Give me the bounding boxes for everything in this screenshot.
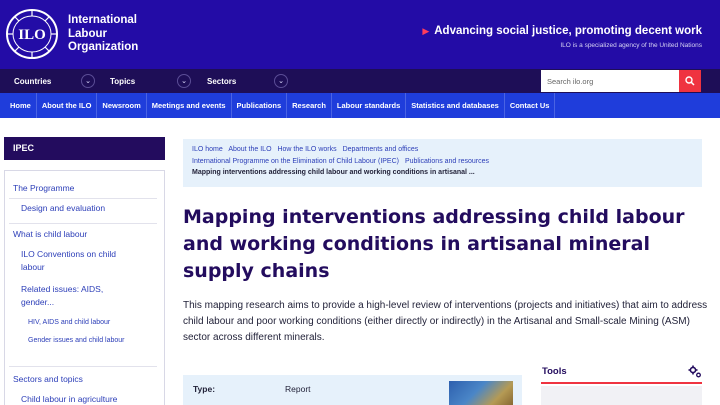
publication-cover-image[interactable] xyxy=(449,381,513,405)
sidebar-divider xyxy=(9,366,157,367)
page-title: Mapping interventions addressing child l… xyxy=(183,206,685,282)
tagline[interactable]: ▶ Advancing social justice, promoting de… xyxy=(422,25,702,37)
tools-heading: Tools xyxy=(542,366,567,377)
tools-panel xyxy=(541,386,702,405)
search-input[interactable] xyxy=(541,70,679,92)
breadcrumb: ILO home About the ILO How the ILO works… xyxy=(183,139,702,187)
sidebar-heading[interactable]: IPEC xyxy=(4,137,165,160)
sidebar-item-related-issues[interactable]: Related issues: AIDS, gender... xyxy=(21,283,121,309)
breadcrumb-link[interactable]: Departments and offices xyxy=(343,146,419,153)
chevron-down-icon: ⌄ xyxy=(274,74,288,88)
breadcrumb-link[interactable]: About the ILO xyxy=(228,146,271,153)
search-button[interactable] xyxy=(679,70,701,92)
type-value: Report xyxy=(285,384,311,394)
dropdown-topics-toggle[interactable]: ⌄ xyxy=(177,69,191,93)
sidebar-item-programme[interactable]: The Programme xyxy=(13,182,133,195)
header-banner: ILO International Labour Organization ▶ … xyxy=(0,0,720,69)
logo-text: ILO xyxy=(18,27,46,43)
dropdown-countries-toggle[interactable]: ⌄ xyxy=(81,69,95,93)
nav-contact[interactable]: Contact Us xyxy=(505,93,556,118)
nav-research[interactable]: Research xyxy=(287,93,332,118)
organization-name[interactable]: International Labour Organization xyxy=(68,14,138,55)
sidebar-item-gender-issues[interactable]: Gender issues and child labour xyxy=(28,335,134,347)
chevron-down-icon: ⌄ xyxy=(177,74,191,88)
sidebar-divider xyxy=(9,223,157,224)
org-name-line: Organization xyxy=(68,41,139,53)
dropdown-label: Countries xyxy=(14,76,52,86)
gear-icon[interactable] xyxy=(688,365,702,379)
dropdown-label: Topics xyxy=(110,76,136,86)
sidebar-item-sectors-topics[interactable]: Sectors and topics xyxy=(13,373,133,386)
tools-divider xyxy=(541,382,702,384)
nav-meetings-events[interactable]: Meetings and events xyxy=(147,93,232,118)
nav-about[interactable]: About the ILO xyxy=(37,93,98,118)
org-name-line: Labour xyxy=(68,27,107,40)
breadcrumb-link[interactable]: ILO home xyxy=(192,146,223,153)
tagline-text: Advancing social justice, promoting dece… xyxy=(434,25,702,37)
chevron-down-icon: ⌄ xyxy=(81,74,95,88)
dropdown-sectors[interactable]: Sectors xyxy=(207,69,236,93)
nav-statistics[interactable]: Statistics and databases xyxy=(406,93,505,118)
org-name-line: International xyxy=(68,14,138,26)
arrow-right-icon: ▶ xyxy=(422,25,430,36)
dropdown-label: Sectors xyxy=(207,76,237,86)
sidebar-item-conventions[interactable]: ILO Conventions on child labour xyxy=(21,248,139,274)
breadcrumb-link[interactable]: Publications and resources xyxy=(405,158,489,165)
breadcrumb-link[interactable]: How the ILO works xyxy=(277,146,336,153)
breadcrumb-link[interactable]: International Programme on the Eliminati… xyxy=(192,158,399,165)
sidebar-item-hiv-aids[interactable]: HIV, AIDS and child labour xyxy=(28,317,148,329)
ilo-logo[interactable]: ILO xyxy=(5,8,59,60)
dropdown-sectors-toggle[interactable]: ⌄ xyxy=(274,69,288,93)
breadcrumb-row: ILO home About the ILO How the ILO works… xyxy=(192,144,693,156)
search-icon xyxy=(685,76,695,86)
dropdown-topics[interactable]: Topics xyxy=(110,69,135,93)
sidebar-item-agriculture[interactable]: Child labour in agriculture xyxy=(21,393,141,405)
sidebar-divider xyxy=(9,198,157,199)
nav-labour-standards[interactable]: Labour standards xyxy=(332,93,407,118)
nav-publications[interactable]: Publications xyxy=(232,93,288,118)
sidebar-item-what-is-child-labour[interactable]: What is child labour xyxy=(13,228,133,241)
dropdown-countries[interactable]: Countries xyxy=(14,69,51,93)
article-summary: This mapping research aims to provide a … xyxy=(183,300,708,343)
nav-home[interactable]: Home xyxy=(5,93,37,118)
sidebar-item-design-evaluation[interactable]: Design and evaluation xyxy=(21,202,141,215)
type-label: Type: xyxy=(193,384,216,394)
breadcrumb-current: Mapping interventions addressing child l… xyxy=(192,169,475,176)
nav-newsroom[interactable]: Newsroom xyxy=(97,93,147,118)
main-navigation: Home About the ILO Newsroom Meetings and… xyxy=(0,93,720,118)
breadcrumb-row: International Programme on the Eliminati… xyxy=(192,156,693,168)
agency-note: ILO is a specialized agency of the Unite… xyxy=(560,42,702,49)
